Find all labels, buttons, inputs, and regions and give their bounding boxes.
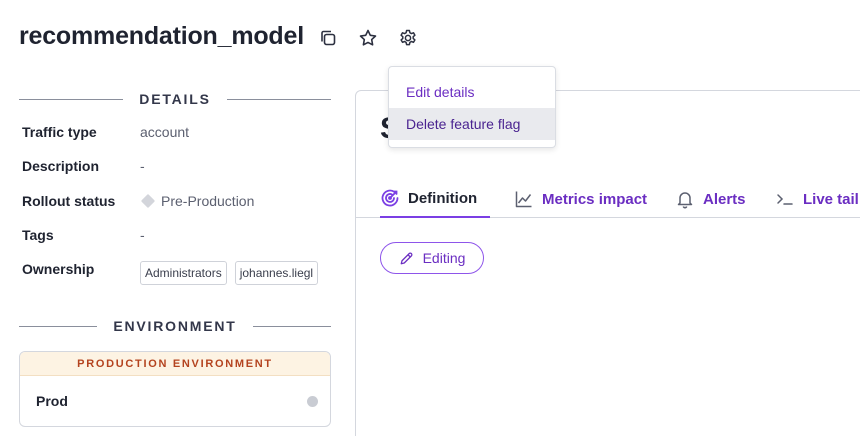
environment-status-dot [307,395,318,407]
menu-item-edit-details[interactable]: Edit details [389,76,555,108]
line-chart-icon [515,191,532,208]
settings-dropdown-menu: Edit details Delete feature flag [388,66,556,148]
detail-value: - [140,227,145,243]
target-icon [381,189,399,207]
detail-row-ownership: Ownership Administrators johannes.liegl [22,261,332,285]
star-icon[interactable] [356,26,380,50]
environment-row: Prod [20,376,330,426]
environment-section-header: ENVIRONMENT [19,316,331,336]
terminal-icon [777,194,793,205]
bell-icon [677,192,693,209]
tab-bar: Definition Metrics impact Alerts Live ta… [356,180,860,218]
details-section-header: DETAILS [19,89,332,109]
environment-heading: ENVIRONMENT [113,318,237,334]
tab-label: Definition [408,189,478,207]
tab-label: Metrics impact [542,190,648,208]
page: recommendation_model DETAILS Traffic typ… [0,0,860,436]
details-heading: DETAILS [139,91,211,107]
detail-row-traffic-type: Traffic type account [22,124,332,140]
ownership-chips: Administrators johannes.liegl [140,261,326,285]
tab-live-tail[interactable]: Live tail [775,180,859,218]
menu-item-delete-feature-flag[interactable]: Delete feature flag [389,108,555,140]
pencil-icon [400,252,413,264]
detail-row-rollout-status: Rollout status Pre-Production [22,193,332,209]
tab-label: Alerts [703,190,746,208]
page-title: recommendation_model [19,22,304,50]
detail-value: - [140,158,145,174]
owner-chip[interactable]: johannes.liegl [234,261,319,285]
tab-alerts[interactable]: Alerts [675,180,746,218]
detail-row-tags: Tags - [22,227,332,243]
environment-card[interactable]: PRODUCTION ENVIRONMENT Prod [19,351,331,427]
editing-label: Editing [422,250,466,266]
detail-label: Traffic type [22,124,97,140]
detail-label: Description [22,158,100,174]
detail-label: Tags [22,227,54,243]
owner-chip[interactable]: Administrators [140,261,227,285]
detail-value: account [140,124,190,140]
tab-definition[interactable]: Definition [380,180,490,218]
status-diamond-icon [140,193,156,209]
tab-label: Live tail [803,190,859,208]
editing-button[interactable]: Editing [380,242,484,274]
rollout-status-value: Pre-Production [140,193,254,209]
detail-label: Rollout status [22,193,116,209]
tab-metrics-impact[interactable]: Metrics impact [514,180,647,218]
detail-label: Ownership [22,261,95,277]
detail-row-description: Description - [22,158,332,174]
gear-icon[interactable] [396,26,420,50]
rollout-status-text: Pre-Production [161,193,255,209]
copy-icon[interactable] [316,26,340,50]
production-environment-banner: PRODUCTION ENVIRONMENT [20,352,330,376]
environment-name: Prod [36,393,68,409]
